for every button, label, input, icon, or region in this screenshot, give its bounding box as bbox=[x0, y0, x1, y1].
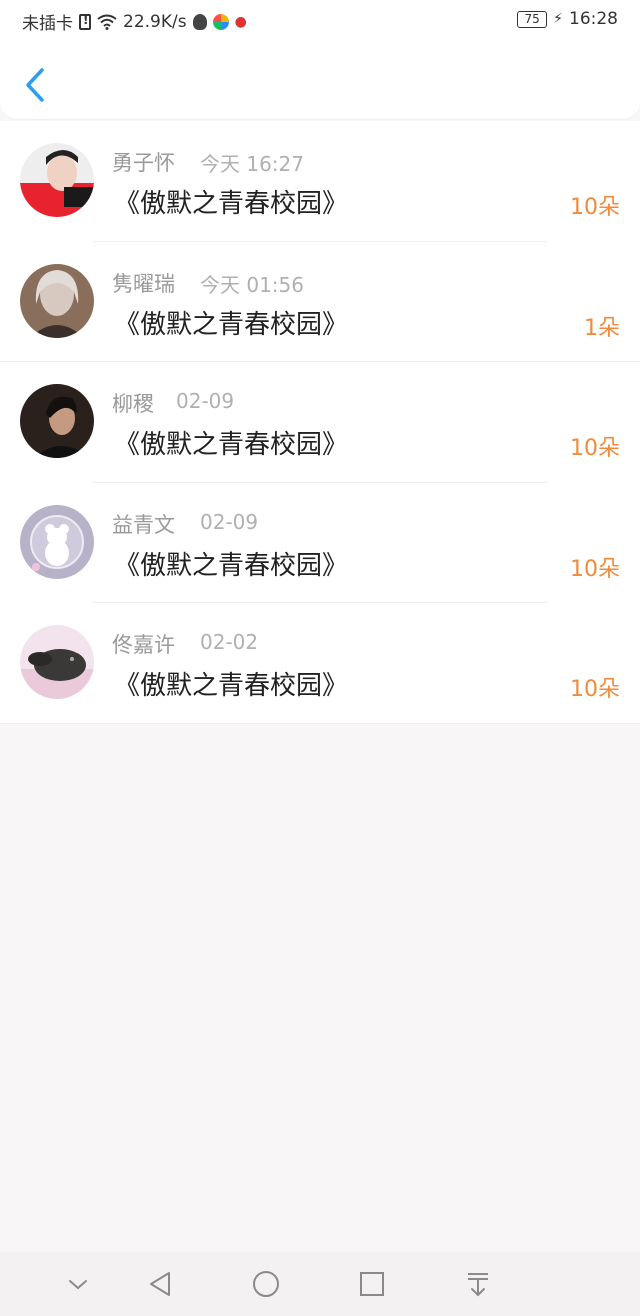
system-nav-bar bbox=[0, 1252, 640, 1316]
sender-name: 佟嘉许 bbox=[112, 633, 175, 658]
wifi-icon bbox=[97, 14, 117, 30]
list-item[interactable]: 勇子怀 今天 16:27 《傲默之青春校园》 10朵 bbox=[0, 121, 640, 242]
gift-time: 02-02 bbox=[200, 630, 259, 655]
square-recents-icon bbox=[360, 1272, 384, 1296]
notification-pull-button[interactable] bbox=[462, 1268, 494, 1300]
list-item[interactable]: 佟嘉许 02-02 《傲默之青春校园》 10朵 bbox=[0, 603, 640, 724]
book-title: 《傲默之青春校园》 bbox=[114, 430, 349, 461]
triangle-back-icon bbox=[150, 1272, 170, 1296]
sender-name: 益青文 bbox=[112, 512, 175, 537]
battery-icon: 75 bbox=[517, 10, 548, 28]
flower-count: 10朵 bbox=[570, 556, 620, 582]
gift-time: 02-09 bbox=[200, 509, 259, 534]
book-title: 《傲默之青春校园》 bbox=[114, 671, 349, 702]
gift-time: 今天 16:27 bbox=[200, 152, 304, 176]
list-item[interactable]: 益青文 02-09 《傲默之青春校园》 10朵 bbox=[0, 483, 640, 604]
chevron-down-icon bbox=[69, 1280, 87, 1290]
carrier-label: 未插卡 bbox=[22, 14, 73, 34]
gift-list: 勇子怀 今天 16:27 《傲默之青春校园》 10朵 隽曜瑞 今天 01:56 … bbox=[0, 121, 640, 724]
chevron-left-icon bbox=[26, 68, 44, 102]
nav-home-button[interactable] bbox=[250, 1268, 282, 1300]
sender-name: 勇子怀 bbox=[112, 151, 175, 175]
flower-count: 10朵 bbox=[570, 195, 620, 220]
gift-time: 02-09 bbox=[176, 389, 235, 414]
network-speed: 22.9K/s bbox=[123, 11, 187, 32]
qq-icon bbox=[192, 13, 207, 30]
avatar[interactable] bbox=[20, 504, 94, 579]
book-title: 《傲默之青春校园》 bbox=[114, 550, 349, 581]
pull-down-icon bbox=[468, 1273, 488, 1297]
back-button[interactable] bbox=[20, 66, 50, 104]
charging-icon: ⚡ bbox=[553, 11, 563, 27]
book-title: 《傲默之青春校园》 bbox=[114, 309, 349, 340]
clock: 16:28 bbox=[569, 9, 618, 29]
avatar[interactable] bbox=[20, 143, 94, 217]
sender-name: 柳稷 bbox=[112, 392, 154, 417]
header: 未插卡 22.9K/s ● 75 ⚡ 16:28 bbox=[0, 0, 640, 120]
app-icon bbox=[212, 13, 229, 30]
avatar[interactable] bbox=[20, 263, 94, 338]
flower-count: 10朵 bbox=[570, 677, 620, 703]
status-bar: 未插卡 22.9K/s ● 75 ⚡ 16:28 bbox=[0, 0, 640, 40]
circle-home-icon bbox=[253, 1271, 279, 1297]
sim-alert-icon bbox=[79, 13, 91, 30]
avatar[interactable] bbox=[20, 384, 94, 459]
flower-count: 10朵 bbox=[570, 436, 620, 462]
book-title: 《傲默之青春校园》 bbox=[114, 189, 349, 219]
location-pin-icon: ● bbox=[234, 13, 247, 30]
list-item[interactable]: 隽曜瑞 今天 01:56 《傲默之青春校园》 1朵 bbox=[0, 242, 640, 363]
list-item[interactable]: 柳稷 02-09 《傲默之青春校园》 10朵 bbox=[0, 362, 640, 483]
sender-name: 隽曜瑞 bbox=[112, 271, 175, 296]
nav-recents-button[interactable] bbox=[356, 1268, 388, 1300]
gift-time: 今天 01:56 bbox=[200, 272, 304, 297]
flower-count: 1朵 bbox=[584, 315, 620, 341]
nav-back-button[interactable] bbox=[145, 1268, 177, 1300]
avatar[interactable] bbox=[20, 625, 94, 700]
hide-nav-button[interactable] bbox=[62, 1268, 94, 1300]
